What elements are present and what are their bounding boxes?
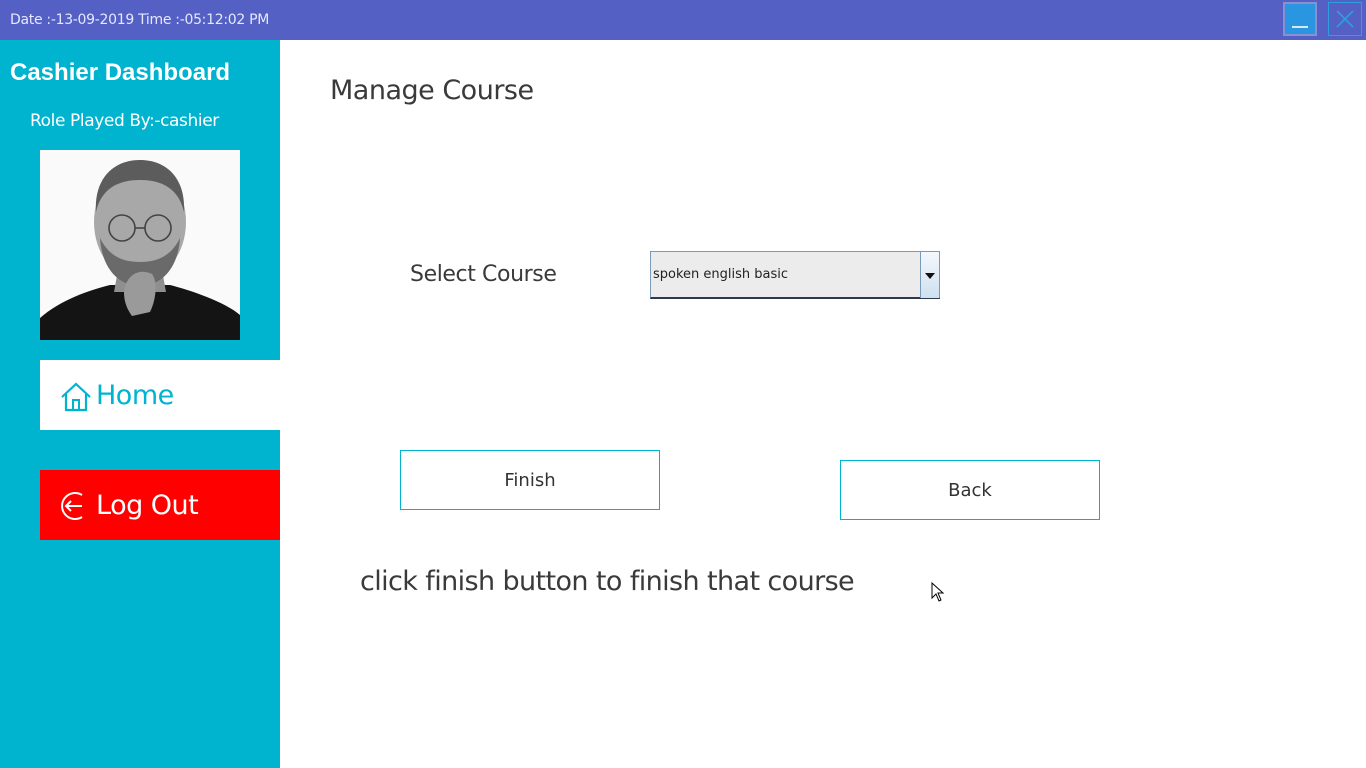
sidebar-item-label: Home: [96, 380, 174, 411]
course-select[interactable]: spoken english basic: [650, 251, 940, 299]
close-icon: [1336, 10, 1354, 28]
finish-button[interactable]: Finish: [400, 450, 660, 510]
sidebar-item-logout[interactable]: Log Out: [40, 470, 280, 540]
dashboard-title: Cashier Dashboard: [10, 59, 231, 86]
avatar: [40, 150, 240, 340]
sidebar-item-label: Log Out: [96, 490, 199, 521]
hint-text: click finish button to finish that cours…: [360, 566, 855, 597]
logout-icon: [61, 492, 83, 520]
chevron-down-icon[interactable]: [920, 252, 939, 298]
page-title: Manage Course: [330, 75, 534, 106]
close-button[interactable]: [1328, 2, 1362, 36]
select-course-label: Select Course: [410, 262, 557, 287]
back-button[interactable]: Back: [840, 460, 1100, 520]
role-label: Role Played By:-cashier: [30, 111, 219, 131]
sidebar-item-home[interactable]: Home: [40, 360, 280, 430]
minimize-button[interactable]: [1283, 2, 1317, 36]
sidebar: Cashier Dashboard Role Played By:-cashie…: [0, 40, 280, 768]
course-select-value: spoken english basic: [653, 267, 789, 282]
datetime-label: Date :-13-09-2019 Time :-05:12:02 PM: [10, 12, 270, 28]
title-bar: Date :-13-09-2019 Time :-05:12:02 PM: [0, 0, 1366, 40]
mouse-cursor-icon: [931, 582, 945, 602]
home-icon: [61, 382, 91, 412]
